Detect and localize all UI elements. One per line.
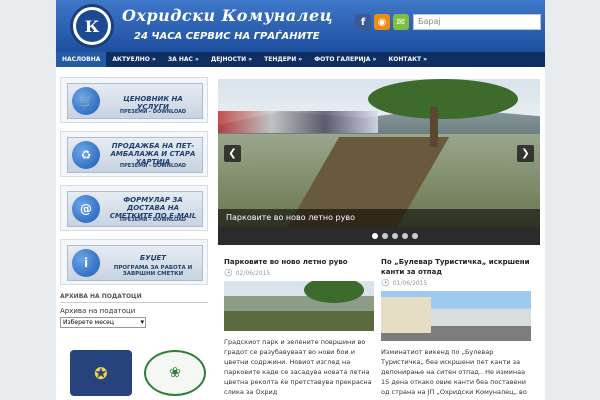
banner-box: 🛒 ЦЕНОВНИК НА УСЛУГИ ПРЕЗЕМИ - DOWNLOAD xyxy=(67,83,203,119)
post-excerpt: Градскиот парк и зелените површини во гр… xyxy=(224,338,372,396)
cart-icon: 🛒 xyxy=(72,87,100,115)
banner-subtitle: ПРОГРАМА ЗА РАБОТА И ЗАВРШНИ СМЕТКИ xyxy=(113,265,193,277)
post-title[interactable]: По „Булевар Туристичка„ искршени канти з… xyxy=(381,257,531,277)
info-icon: i xyxy=(72,249,100,277)
slide-cars xyxy=(218,111,378,133)
post-date: 🕒 02/06/2015 xyxy=(224,269,374,277)
nav-item-contact[interactable]: КОНТАКТ » xyxy=(382,52,433,67)
banner-budget[interactable]: i БУЏЕТ ПРОГРАМА ЗА РАБОТА И ЗАВРШНИ СМЕ… xyxy=(60,239,208,285)
post-date-text: 02/06/2015 xyxy=(235,269,271,277)
slider-dot[interactable] xyxy=(372,233,378,239)
nav-item-tenders[interactable]: ТЕНДЕРИ » xyxy=(258,52,308,67)
facebook-icon[interactable]: f xyxy=(355,14,371,30)
archive-month-select[interactable]: Изберете месец xyxy=(60,317,146,328)
site-tagline: 24 ЧАСА СЕРВИС НА ГРАЃАНИТЕ xyxy=(134,31,320,42)
post-date-text: 01/06/2015 xyxy=(392,279,428,287)
social-links: f ◉ ✉ xyxy=(355,14,409,30)
slide-tree xyxy=(368,79,518,119)
search-input[interactable]: Барај xyxy=(413,14,541,30)
recycle-icon: ♻ xyxy=(72,141,100,169)
banner-box: ♻ ПРОДАЖБА НА ПЕТ-АМБАЛАЖА И СТАРА ХАРТИ… xyxy=(67,137,203,173)
slider-prev-icon[interactable]: ❮ xyxy=(224,145,241,162)
clock-icon: 🕒 xyxy=(224,269,233,277)
nav-item-gallery[interactable]: ФОТО ГАЛЕРИЈА » xyxy=(308,52,382,67)
partner-badges: ✪ ❀ xyxy=(60,350,208,396)
nav-item-home[interactable]: НАСЛОВНА xyxy=(56,52,107,67)
image-slider[interactable]: ❮ ❯ Парковите во ново летно руво xyxy=(218,79,540,245)
at-icon: @ xyxy=(72,195,100,223)
slider-dots xyxy=(218,227,540,245)
nav-item-about[interactable]: ЗА НАС » xyxy=(162,52,205,67)
slide-trunk xyxy=(430,107,438,147)
banner-box: i БУЏЕТ ПРОГРАМА ЗА РАБОТА И ЗАВРШНИ СМЕ… xyxy=(67,245,203,281)
slider-dot[interactable] xyxy=(402,233,408,239)
post-card: По „Булевар Туристичка„ искршени канти з… xyxy=(381,257,531,397)
banner-download: ПРЕЗЕМИ - DOWNLOAD xyxy=(119,109,187,115)
site-title: Охридски Комуналец xyxy=(122,6,333,25)
nav-item-activities[interactable]: ДЕЈНОСТИ » xyxy=(205,52,258,67)
post-thumbnail[interactable] xyxy=(224,281,374,331)
clock-icon: 🕒 xyxy=(381,279,390,287)
banner-box: @ ФОРМУЛАР ЗА ДОСТАВА НА СМЕТКИТЕ ПО E-M… xyxy=(67,191,203,227)
main-nav: НАСЛОВНА АКТУЕЛНО » ЗА НАС » ДЕЈНОСТИ » … xyxy=(56,52,545,67)
banner-email-bills[interactable]: @ ФОРМУЛАР ЗА ДОСТАВА НА СМЕТКИТЕ ПО E-M… xyxy=(60,185,208,231)
banner-pet-packaging[interactable]: ♻ ПРОДАЖБА НА ПЕТ-АМБАЛАЖА И СТАРА ХАРТИ… xyxy=(60,131,208,177)
post-title[interactable]: Парковите во ново летно руво xyxy=(224,257,374,267)
site-header: К Охридски Комуналец 24 ЧАСА СЕРВИС НА Г… xyxy=(56,0,545,52)
slider-dot[interactable] xyxy=(412,233,418,239)
banner-pricelist[interactable]: 🛒 ЦЕНОВНИК НА УСЛУГИ ПРЕЗЕМИ - DOWNLOAD xyxy=(60,77,208,123)
iso-badge-icon[interactable]: ✪ xyxy=(70,350,132,396)
main-content: 🛒 ЦЕНОВНИК НА УСЛУГИ ПРЕЗЕМИ - DOWNLOAD … xyxy=(56,67,545,400)
post-date: 🕒 01/06/2015 xyxy=(381,279,531,287)
banner-download: ПРЕЗЕМИ - DOWNLOAD xyxy=(119,217,187,223)
slider-dot[interactable] xyxy=(392,233,398,239)
logo-mark: К xyxy=(76,10,108,42)
site-logo[interactable]: К xyxy=(70,4,114,48)
banner-title: БУЏЕТ xyxy=(139,254,167,262)
slide-caption[interactable]: Парковите во ново летно руво xyxy=(218,209,540,227)
post-excerpt: Изминатиот викенд по „Булевар Туристичка… xyxy=(381,348,527,396)
nav-item-news[interactable]: АКТУЕЛНО » xyxy=(106,52,161,67)
mail-icon[interactable]: ✉ xyxy=(393,14,409,30)
rss-icon[interactable]: ◉ xyxy=(374,14,390,30)
eco-badge-icon[interactable]: ❀ xyxy=(144,350,206,396)
archive-label: Архива на податоци xyxy=(60,307,136,315)
post-card: Парковите во ново летно руво 🕒 02/06/201… xyxy=(224,257,374,397)
slider-next-icon[interactable]: ❯ xyxy=(517,145,534,162)
sidebar: 🛒 ЦЕНОВНИК НА УСЛУГИ ПРЕЗЕМИ - DOWNLOAD … xyxy=(60,77,208,396)
post-thumbnail[interactable] xyxy=(381,291,531,341)
slider-dot[interactable] xyxy=(382,233,388,239)
archive-heading: АРХИВА НА ПОДАТОЦИ xyxy=(60,293,208,303)
banner-download: ПРЕЗЕМИ - DOWNLOAD xyxy=(119,163,187,169)
